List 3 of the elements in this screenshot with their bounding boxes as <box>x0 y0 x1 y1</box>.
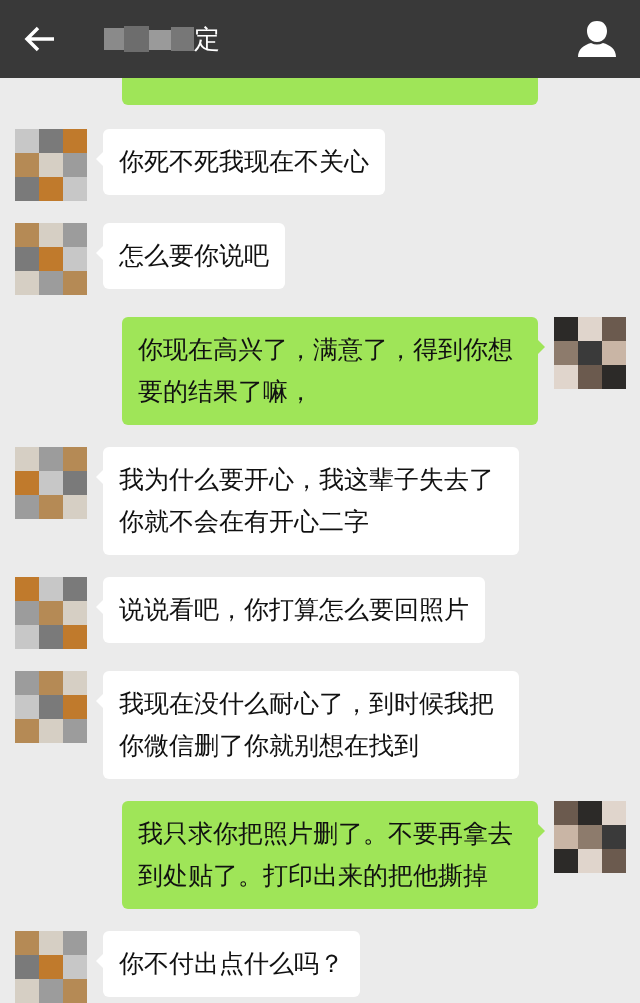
back-icon[interactable] <box>24 25 56 53</box>
person-icon[interactable] <box>578 21 616 57</box>
chat-title: 定 <box>194 22 220 56</box>
